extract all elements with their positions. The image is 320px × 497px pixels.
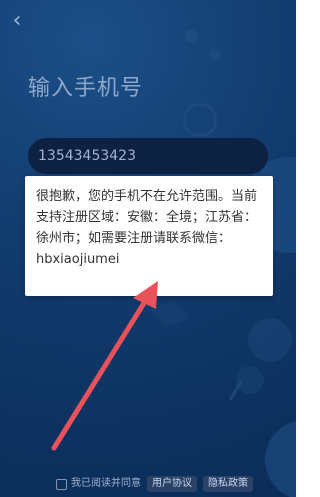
privacy-policy-link[interactable]: 隐私政策 xyxy=(203,476,253,492)
login-screen: ‹ 输入手机号 13543453423 很抱歉，您的手机不在允许范围。当前支持注… xyxy=(0,0,296,497)
annotation-arrow xyxy=(51,281,158,451)
user-agreement-link[interactable]: 用户协议 xyxy=(147,476,197,492)
agreement-text: 我已阅读并同意 xyxy=(71,478,141,489)
agreement-checkbox[interactable] xyxy=(56,478,67,490)
agreement-row: 我已阅读并同意 用户协议 隐私政策 xyxy=(56,476,253,492)
